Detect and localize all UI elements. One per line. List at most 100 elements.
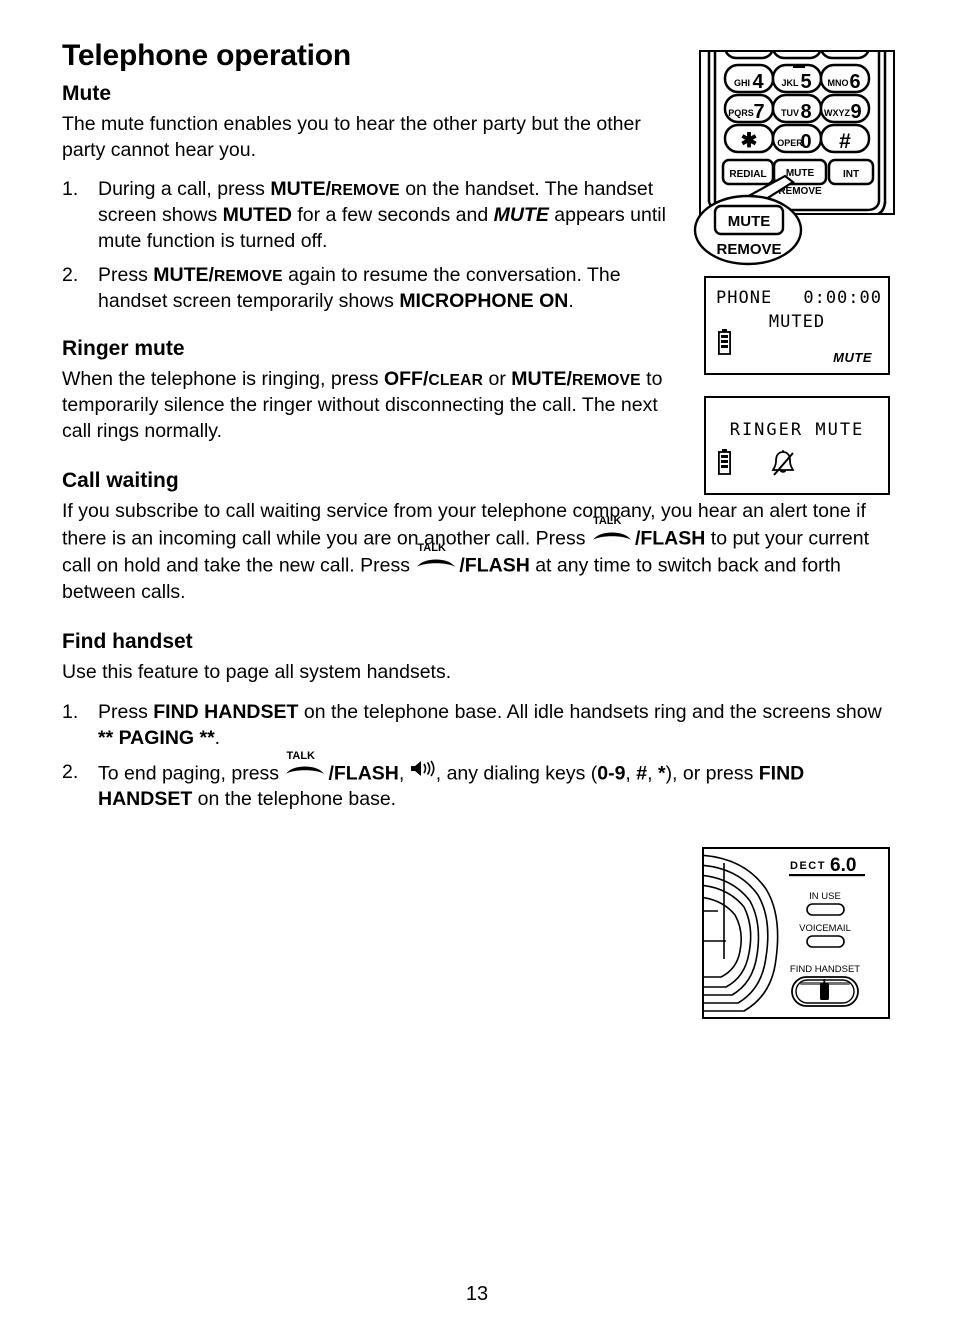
svg-text:GHI: GHI — [734, 78, 750, 88]
key-label-pound: # — [636, 762, 648, 785]
step-text: for a few seconds and — [291, 204, 494, 227]
svg-text:9: 9 — [850, 101, 861, 123]
section-heading-call-waiting: Call waiting — [62, 469, 179, 492]
led-in-use — [806, 903, 845, 916]
key-label-find-handset: FIND HANDSET — [153, 700, 299, 723]
step-text: . — [568, 290, 574, 313]
lcd-text-muted: MUTED — [768, 312, 826, 332]
led-label-voicemail: VOICEMAIL — [799, 923, 851, 934]
list-item: 2. To end paging, press TALK/FLASH, , any… — [62, 750, 882, 813]
svg-text:REDIAL: REDIAL — [729, 169, 766, 180]
key-label-clear: CLEAR — [428, 372, 484, 390]
talk-icon: TALK — [591, 516, 635, 545]
figure-telephone-base: DECT 6.0 IN USE VOICEMAIL FIND HANDSET — [697, 847, 890, 1019]
svg-text:✱: ✱ — [741, 130, 758, 152]
step-text: , any dialing keys ( — [435, 762, 598, 785]
key-label-remove: REMOVE — [331, 182, 400, 200]
step-text: , — [647, 762, 658, 785]
svg-text:6: 6 — [849, 71, 860, 93]
list-item: 1. During a call, press MUTE/REMOVE on th… — [62, 177, 687, 255]
key-label-flash: /FLASH — [634, 527, 706, 550]
speaker-icon — [410, 760, 436, 780]
figure-handset-keypad: GHI 4 JKL 5 MNO 6 PQRS 7 TUV 8 WXYZ 9 ✱ … — [693, 50, 895, 266]
mute-key-callout: MUTE REMOVE — [693, 174, 803, 266]
page-number: 13 — [465, 1283, 489, 1305]
callout-remove-label: REMOVE — [716, 241, 781, 258]
talk-icon-label: TALK — [286, 749, 315, 762]
body-text: or — [483, 368, 512, 391]
bell-mute-icon — [771, 450, 795, 476]
step-text: , — [398, 762, 410, 785]
key-label-mute: MUTE/ — [153, 264, 214, 287]
key-label-star: * — [657, 762, 666, 785]
lcd-text-ringer-mute: RINGER MUTE — [729, 420, 865, 440]
svg-text:PQRS: PQRS — [728, 108, 754, 118]
ringer-mute-paragraph: When the telephone is ringing, press OFF… — [62, 367, 687, 445]
step-text: on the telephone base. All idle handsets… — [298, 700, 882, 723]
svg-text:4: 4 — [752, 71, 764, 93]
led-label-in-use: IN USE — [809, 891, 841, 902]
find-handset-intro: Use this feature to page all system hand… — [62, 660, 452, 683]
screen-text-paging: ** PAGING ** — [98, 726, 215, 749]
key-label-flash: /FLASH — [459, 554, 530, 577]
key-label-remove: REMOVE — [213, 268, 283, 286]
lcd-indicator-mute: MUTE — [833, 350, 872, 365]
telephone-base-drawing: DECT 6.0 IN USE VOICEMAIL FIND HANDSET — [697, 854, 865, 1012]
step-number: 1. — [62, 178, 79, 201]
step-text: Press — [98, 700, 154, 723]
step-number: 2. — [62, 760, 79, 783]
screen-text-microphone-on: MICROPHONE ON — [399, 290, 569, 313]
lcd-call-timer: 0:00:00 — [803, 288, 882, 308]
svg-text:7: 7 — [753, 101, 764, 123]
key-label-off: OFF/ — [383, 368, 429, 391]
button-label-find-handset: FIND HANDSET — [790, 964, 860, 975]
svg-text:0: 0 — [800, 131, 811, 153]
svg-text:8: 8 — [800, 101, 811, 123]
section-heading-find-handset: Find handset — [62, 629, 193, 653]
talk-icon-label: TALK — [417, 542, 446, 555]
step-number: 1. — [62, 700, 79, 723]
lcd-status-row: PHONE 0:00:00 — [716, 288, 882, 308]
list-item: 1. Press FIND HANDSET on the telephone ba… — [62, 700, 882, 752]
mute-intro-paragraph: The mute function enables you to hear th… — [62, 112, 641, 161]
body-text: When the telephone is ringing, press — [62, 368, 384, 391]
screen-text-muted: MUTED — [222, 204, 292, 227]
led-voicemail — [806, 935, 845, 948]
document-page: Telephone operation Mute The mute functi… — [0, 0, 954, 1336]
key-range-digits: 0-9 — [597, 762, 626, 785]
step-number: 2. — [62, 264, 79, 287]
screen-indicator-mute: MUTE — [493, 204, 549, 227]
list-item: 2. Press MUTE/REMOVE again to resume the … — [62, 263, 687, 315]
talk-icon-label: TALK — [592, 515, 622, 528]
svg-text:MUTE: MUTE — [786, 168, 815, 179]
step-text: During a call, press — [98, 178, 271, 201]
step-text: To end paging, press — [98, 762, 285, 785]
key-label-mute: MUTE/ — [270, 178, 331, 201]
svg-text:MNO: MNO — [828, 78, 849, 88]
figure-screen-ringer-mute: RINGER MUTE — [704, 396, 890, 495]
main-text-column: Telephone operation Mute The mute functi… — [62, 39, 882, 825]
lcd-label-phone: PHONE — [716, 288, 773, 308]
callout-mute-label: MUTE — [728, 213, 771, 230]
find-handset-steps-list: 1. Press FIND HANDSET on the telephone ba… — [62, 700, 882, 813]
svg-text:5: 5 — [800, 71, 811, 93]
call-waiting-paragraph: If you subscribe to call waiting service… — [62, 499, 882, 606]
mute-steps-list: 1. During a call, press MUTE/REMOVE on th… — [62, 177, 687, 315]
key-label-remove: REMOVE — [571, 372, 641, 390]
step-text: Press — [98, 264, 154, 287]
step-text: , — [625, 762, 637, 785]
svg-text:INT: INT — [843, 169, 859, 180]
svg-text:DECT: DECT — [790, 860, 826, 872]
svg-text:WXYZ: WXYZ — [824, 108, 851, 118]
step-text: . — [214, 726, 221, 749]
key-label-flash: /FLASH — [328, 762, 399, 785]
svg-text:6.0: 6.0 — [830, 855, 856, 876]
section-heading-ringer-mute: Ringer mute — [62, 337, 185, 361]
step-text: ), or press — [665, 762, 759, 785]
page-title: Telephone operation — [62, 39, 351, 72]
section-heading-mute: Mute — [62, 81, 111, 105]
svg-text:JKL: JKL — [781, 78, 799, 88]
lcd-ringer-mute: RINGER MUTE — [706, 398, 888, 493]
step-text: on the telephone base. — [192, 788, 397, 811]
svg-text:#: # — [839, 130, 851, 153]
